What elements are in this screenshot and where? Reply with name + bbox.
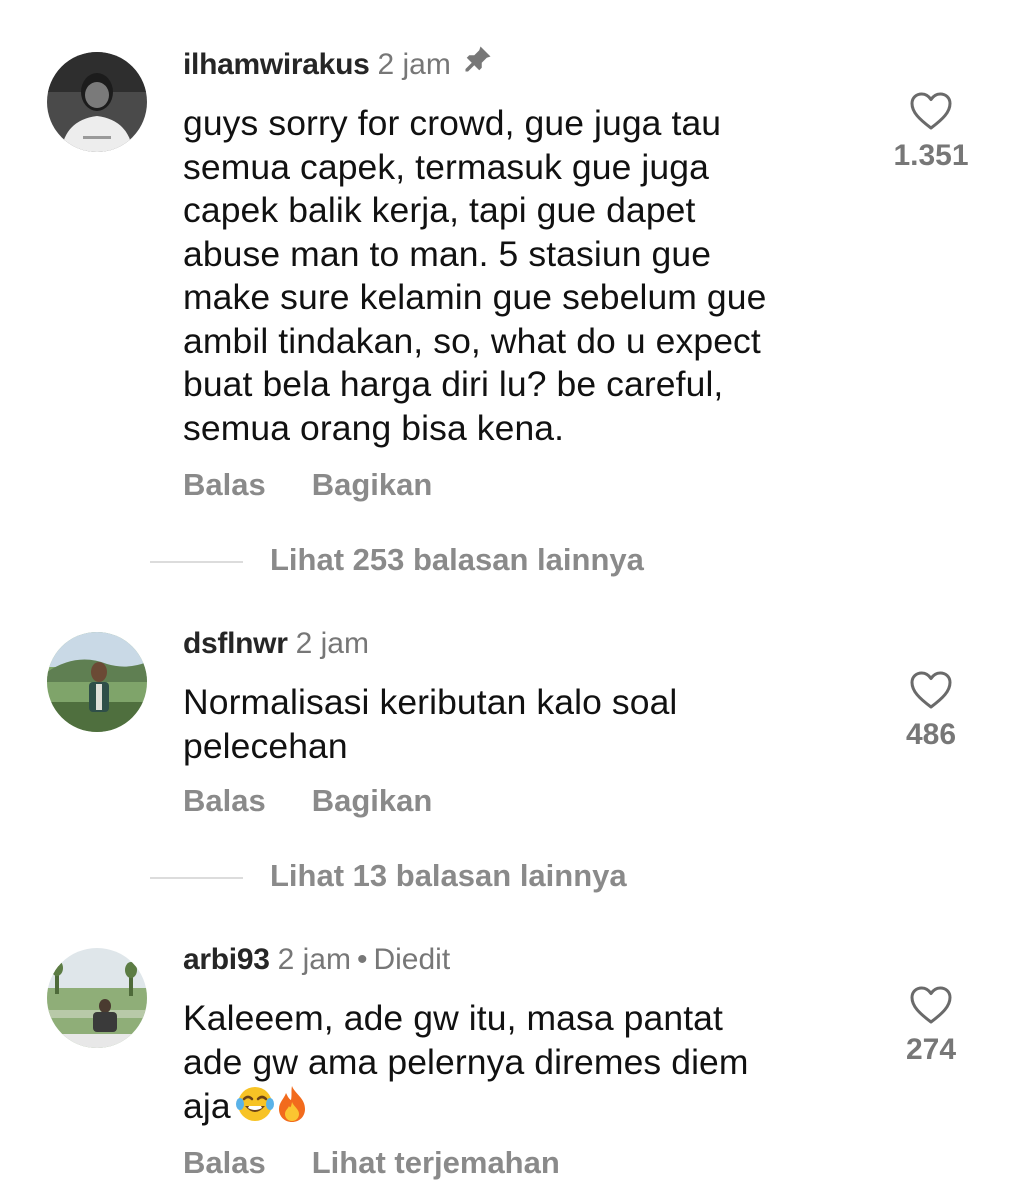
replies-divider — [150, 560, 243, 563]
comment-actions: Balas Lihat terjemahan — [183, 1145, 560, 1181]
separator: • — [356, 943, 368, 976]
edited-label: Diedit — [373, 943, 451, 976]
like-button[interactable]: 486 — [871, 670, 991, 752]
username[interactable]: dsflnwr — [183, 627, 288, 660]
see-translation-button[interactable]: Lihat terjemahan — [312, 1145, 560, 1180]
username[interactable]: ilhamwirakus — [183, 48, 370, 81]
view-replies-button[interactable]: Lihat 13 balasan lainnya — [150, 858, 627, 894]
username[interactable]: arbi93 — [183, 943, 270, 976]
like-count: 486 — [905, 718, 957, 751]
comment-header: ilhamwirakus 2 jam — [183, 44, 493, 83]
like-count: 274 — [905, 1033, 957, 1066]
like-button[interactable]: 274 — [871, 985, 991, 1067]
reply-button[interactable]: Balas — [183, 1145, 266, 1180]
reply-button[interactable]: Balas — [183, 783, 266, 818]
heart-outline-icon[interactable] — [909, 985, 953, 1025]
like-count: 1.351 — [893, 139, 969, 172]
emoji-group — [235, 1084, 309, 1135]
timestamp: 2 jam — [295, 627, 369, 660]
replies-divider — [150, 876, 243, 879]
view-replies-label[interactable]: Lihat 13 balasan lainnya — [270, 858, 627, 893]
reply-button[interactable]: Balas — [183, 467, 266, 502]
face-with-tears-of-joy-icon — [235, 1087, 274, 1121]
timestamp: 2 jam — [277, 943, 351, 976]
comment-header: dsflnwr 2 jam — [183, 626, 369, 662]
avatar[interactable] — [47, 52, 147, 152]
share-button[interactable]: Bagikan — [312, 467, 433, 502]
comment-header: arbi93 2 jam • Diedit — [183, 942, 450, 978]
comment-text: guys sorry for crowd, gue juga tau semua… — [183, 103, 767, 448]
pin-icon — [463, 44, 493, 83]
avatar[interactable] — [47, 948, 147, 1048]
view-replies-button[interactable]: Lihat 253 balasan lainnya — [150, 542, 644, 578]
like-button[interactable]: 1.351 — [871, 91, 991, 173]
comment-actions: Balas Bagikan — [183, 783, 432, 819]
comment-actions: Balas Bagikan — [183, 467, 432, 503]
fire-icon — [278, 1086, 305, 1122]
timestamp: 2 jam — [377, 48, 451, 81]
heart-outline-icon[interactable] — [909, 91, 953, 131]
share-button[interactable]: Bagikan — [312, 783, 433, 818]
comment-text: Kaleeem, ade gw itu, masa pantat ade gw … — [183, 997, 873, 1135]
heart-outline-icon[interactable] — [909, 670, 953, 710]
avatar[interactable] — [47, 632, 147, 732]
view-replies-label[interactable]: Lihat 253 balasan lainnya — [270, 542, 644, 577]
comment-text: Normalisasi keributan kalo soal peleceha… — [183, 682, 678, 766]
